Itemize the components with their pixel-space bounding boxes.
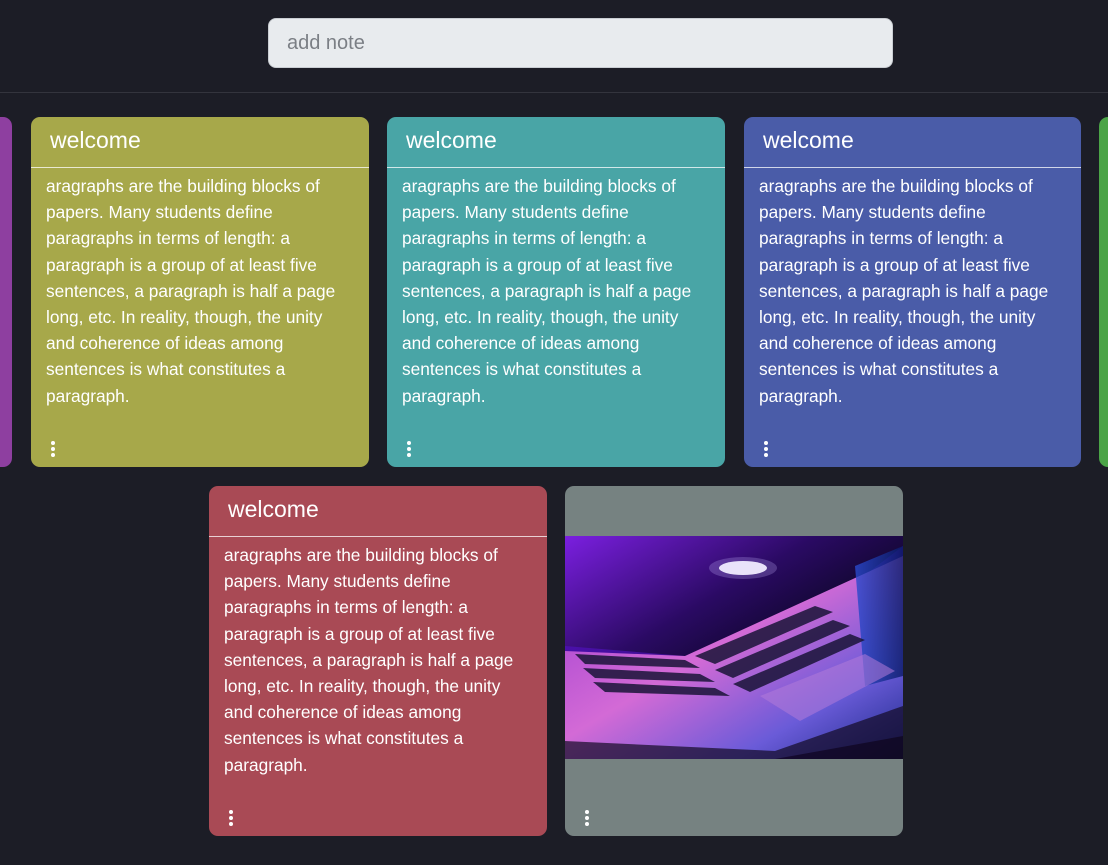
- note-card-partial-left[interactable]: [0, 117, 12, 467]
- more-vertical-icon[interactable]: [403, 441, 415, 458]
- more-vertical-icon[interactable]: [760, 441, 772, 458]
- laptop-photo: [565, 536, 903, 759]
- note-title: welcome: [209, 486, 547, 537]
- note-card-partial-right[interactable]: [1099, 117, 1108, 467]
- note-body: aragraphs are the building blocks of pap…: [224, 545, 514, 775]
- note-card[interactable]: welcome aragraphs are the building block…: [209, 486, 547, 836]
- add-note-input[interactable]: [268, 18, 893, 68]
- top-bar: [0, 0, 1108, 93]
- note-card[interactable]: welcome aragraphs are the building block…: [387, 117, 725, 467]
- image-note-card[interactable]: [565, 486, 903, 836]
- note-title: welcome: [31, 117, 369, 168]
- note-card[interactable]: welcome aragraphs are the building block…: [744, 117, 1081, 467]
- more-vertical-icon[interactable]: [581, 810, 593, 827]
- more-vertical-icon[interactable]: [225, 810, 237, 827]
- note-title: welcome: [744, 117, 1081, 168]
- note-body: aragraphs are the building blocks of pap…: [759, 176, 1049, 406]
- note-body: aragraphs are the building blocks of pap…: [46, 176, 336, 406]
- note-title: welcome: [387, 117, 725, 168]
- note-body: aragraphs are the building blocks of pap…: [402, 176, 692, 406]
- note-card[interactable]: welcome aragraphs are the building block…: [31, 117, 369, 467]
- more-vertical-icon[interactable]: [47, 441, 59, 458]
